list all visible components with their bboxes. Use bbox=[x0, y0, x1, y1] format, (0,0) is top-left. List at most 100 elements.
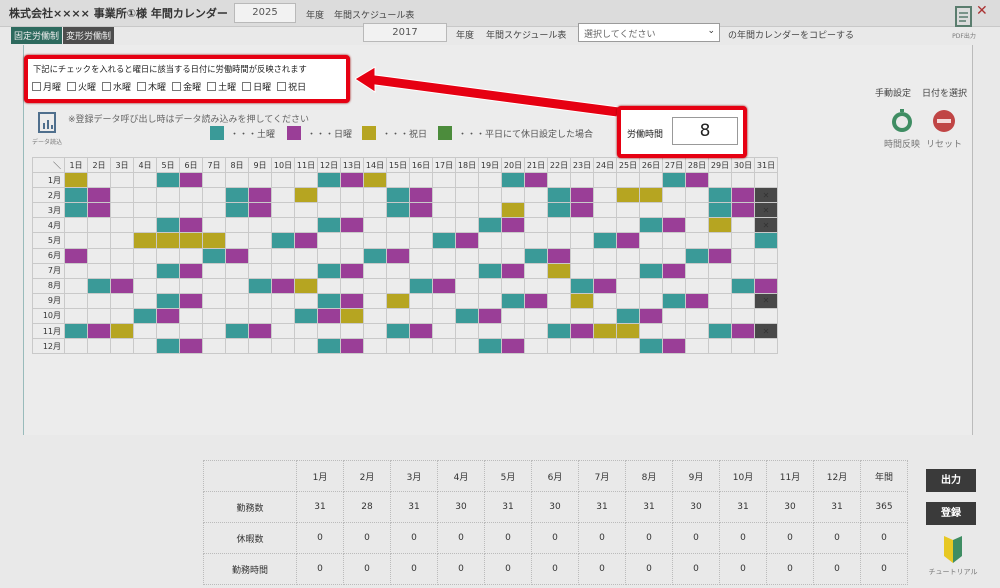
day-cell[interactable] bbox=[294, 323, 318, 340]
day-cell[interactable] bbox=[386, 217, 410, 234]
day-cell[interactable] bbox=[156, 262, 180, 279]
day-cell[interactable] bbox=[363, 217, 387, 234]
day-cell[interactable] bbox=[363, 232, 387, 249]
day-cell[interactable] bbox=[156, 232, 180, 249]
day-cell[interactable] bbox=[432, 172, 456, 189]
day-cell[interactable] bbox=[64, 277, 88, 294]
day-cell[interactable] bbox=[685, 202, 709, 219]
checkbox-box[interactable] bbox=[242, 82, 252, 91]
day-cell[interactable] bbox=[340, 338, 364, 355]
day-cell[interactable] bbox=[409, 232, 433, 249]
day-cell[interactable] bbox=[225, 323, 249, 340]
day-cell[interactable] bbox=[156, 323, 180, 340]
day-cell[interactable] bbox=[639, 187, 663, 204]
day-cell[interactable] bbox=[202, 277, 226, 294]
tutorial-button[interactable]: チュートリアル bbox=[928, 536, 978, 577]
day-cell[interactable] bbox=[340, 292, 364, 309]
day-cell[interactable] bbox=[294, 217, 318, 234]
day-cell[interactable] bbox=[478, 217, 502, 234]
day-cell[interactable] bbox=[547, 262, 571, 279]
day-cell[interactable] bbox=[87, 232, 111, 249]
day-cell[interactable] bbox=[248, 202, 272, 219]
day-cell[interactable] bbox=[708, 232, 732, 249]
day-cell[interactable] bbox=[340, 323, 364, 340]
day-cell[interactable] bbox=[225, 292, 249, 309]
day-cell[interactable] bbox=[708, 307, 732, 325]
day-cell[interactable] bbox=[386, 338, 410, 355]
day-cell[interactable] bbox=[133, 262, 157, 279]
day-cell[interactable] bbox=[501, 323, 525, 340]
day-cell[interactable] bbox=[110, 338, 134, 355]
day-cell[interactable] bbox=[87, 202, 111, 219]
day-cell[interactable] bbox=[455, 307, 479, 325]
day-cell[interactable] bbox=[593, 338, 617, 355]
day-cell[interactable] bbox=[87, 247, 111, 264]
checkbox-box[interactable] bbox=[277, 82, 287, 91]
day-cell[interactable] bbox=[662, 262, 686, 279]
day-cell[interactable] bbox=[156, 202, 180, 219]
day-cell[interactable] bbox=[64, 232, 88, 249]
day-cell[interactable] bbox=[271, 187, 295, 204]
day-cell[interactable] bbox=[478, 307, 502, 325]
data-read-button[interactable]: データ読込 bbox=[30, 110, 64, 146]
day-cell[interactable] bbox=[133, 172, 157, 189]
day-cell[interactable] bbox=[271, 232, 295, 249]
day-cell[interactable] bbox=[363, 323, 387, 340]
day-cell[interactable] bbox=[248, 187, 272, 204]
day-cell[interactable] bbox=[455, 187, 479, 204]
day-cell[interactable] bbox=[685, 187, 709, 204]
day-cell[interactable] bbox=[432, 202, 456, 219]
day-cell[interactable] bbox=[547, 338, 571, 355]
day-cell[interactable] bbox=[271, 247, 295, 264]
day-cell[interactable] bbox=[202, 323, 226, 340]
day-cell[interactable] bbox=[294, 247, 318, 264]
day-cell[interactable] bbox=[248, 262, 272, 279]
weekday-checkbox[interactable]: 金曜 bbox=[172, 80, 201, 93]
day-cell[interactable] bbox=[179, 338, 203, 355]
day-cell[interactable] bbox=[294, 292, 318, 309]
day-cell[interactable] bbox=[455, 262, 479, 279]
day-cell[interactable] bbox=[593, 187, 617, 204]
day-cell[interactable] bbox=[156, 307, 180, 325]
day-cell[interactable] bbox=[202, 338, 226, 355]
day-cell[interactable] bbox=[455, 247, 479, 264]
day-cell[interactable] bbox=[616, 338, 640, 355]
day-cell[interactable] bbox=[409, 277, 433, 294]
day-cell[interactable] bbox=[317, 262, 341, 279]
day-cell[interactable] bbox=[685, 232, 709, 249]
day-cell[interactable] bbox=[685, 323, 709, 340]
day-cell[interactable] bbox=[639, 292, 663, 309]
day-cell[interactable] bbox=[409, 323, 433, 340]
day-cell[interactable] bbox=[110, 292, 134, 309]
day-cell[interactable] bbox=[202, 172, 226, 189]
day-cell[interactable] bbox=[593, 232, 617, 249]
day-cell[interactable] bbox=[110, 202, 134, 219]
day-cell[interactable] bbox=[409, 187, 433, 204]
day-cell[interactable] bbox=[133, 232, 157, 249]
day-cell[interactable] bbox=[179, 247, 203, 264]
day-cell[interactable] bbox=[685, 247, 709, 264]
day-cell[interactable] bbox=[639, 232, 663, 249]
day-cell[interactable] bbox=[202, 187, 226, 204]
day-cell[interactable] bbox=[570, 202, 594, 219]
day-cell[interactable] bbox=[501, 338, 525, 355]
day-cell[interactable] bbox=[271, 292, 295, 309]
day-cell[interactable] bbox=[593, 292, 617, 309]
day-cell[interactable] bbox=[202, 202, 226, 219]
day-cell[interactable] bbox=[593, 202, 617, 219]
day-cell[interactable] bbox=[570, 262, 594, 279]
checkbox-box[interactable] bbox=[102, 82, 112, 91]
day-cell[interactable] bbox=[547, 292, 571, 309]
day-cell[interactable] bbox=[593, 247, 617, 264]
day-cell[interactable] bbox=[754, 307, 778, 325]
day-cell[interactable] bbox=[202, 292, 226, 309]
day-cell[interactable] bbox=[478, 277, 502, 294]
day-cell[interactable] bbox=[340, 232, 364, 249]
day-cell[interactable] bbox=[179, 307, 203, 325]
day-cell[interactable] bbox=[156, 247, 180, 264]
day-cell[interactable] bbox=[478, 338, 502, 355]
day-cell[interactable] bbox=[731, 217, 755, 234]
day-cell[interactable] bbox=[570, 187, 594, 204]
day-cell[interactable] bbox=[731, 307, 755, 325]
day-cell[interactable] bbox=[248, 232, 272, 249]
